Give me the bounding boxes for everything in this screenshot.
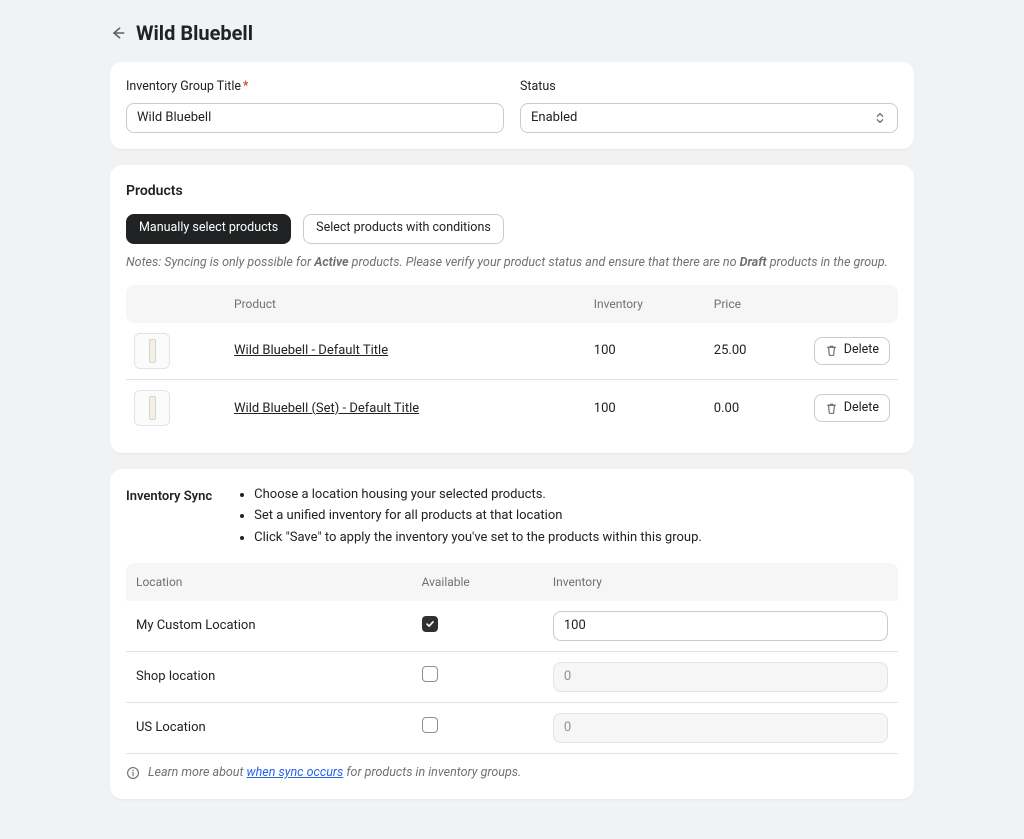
inventory-sync-card: Inventory Sync Choose a location housing… — [110, 469, 914, 799]
table-row: Wild Bluebell (Set) - Default Title 100 … — [126, 380, 898, 437]
products-card: Products Manually select products Select… — [110, 165, 914, 453]
group-settings-card: Inventory Group Title* Wild Bluebell Sta… — [110, 62, 914, 149]
required-asterisk: * — [243, 79, 248, 94]
product-inventory-cell: 100 — [586, 323, 706, 380]
col-inventory: Inventory — [586, 285, 706, 323]
col-price: Price — [706, 285, 806, 323]
inventory-input[interactable]: 100 — [553, 611, 888, 641]
table-row: My Custom Location 100 — [126, 601, 898, 652]
product-thumbnail — [134, 390, 170, 426]
products-table: Product Inventory Price Wild Bluebell - … — [126, 285, 898, 437]
page-header: Wild Bluebell — [0, 18, 1024, 62]
list-item: Click "Save" to apply the inventory you'… — [254, 528, 702, 548]
group-title-label: Inventory Group Title* — [126, 78, 504, 97]
col-inventory: Inventory — [543, 563, 898, 601]
product-link[interactable]: Wild Bluebell - Default Title — [234, 343, 388, 358]
trash-icon — [825, 402, 838, 415]
available-checkbox[interactable] — [422, 616, 438, 632]
products-heading: Products — [126, 181, 898, 202]
inventory-sync-heading: Inventory Sync — [126, 485, 212, 550]
col-location: Location — [126, 563, 412, 601]
status-label: Status — [520, 78, 898, 97]
back-arrow-icon[interactable] — [110, 25, 126, 41]
col-product: Product — [226, 285, 586, 323]
status-select[interactable]: Enabled — [520, 103, 898, 133]
location-name: My Custom Location — [126, 601, 412, 652]
locations-table-header: Location Available Inventory — [126, 563, 898, 601]
tab-select-conditions[interactable]: Select products with conditions — [303, 214, 504, 244]
tab-manual-select[interactable]: Manually select products — [126, 214, 291, 244]
group-title-input[interactable]: Wild Bluebell — [126, 103, 504, 133]
info-icon — [126, 766, 140, 780]
sync-footer-note: Learn more about when sync occurs for pr… — [126, 754, 898, 783]
available-checkbox[interactable] — [422, 666, 438, 682]
col-available: Available — [412, 563, 543, 601]
select-chevrons-icon — [873, 111, 887, 125]
products-table-header: Product Inventory Price — [126, 285, 898, 323]
product-selection-tabs: Manually select products Select products… — [126, 214, 898, 244]
page-title: Wild Bluebell — [136, 18, 253, 48]
sync-instructions: Choose a location housing your selected … — [236, 485, 702, 550]
trash-icon — [825, 344, 838, 357]
delete-button[interactable]: Delete — [814, 394, 890, 422]
product-thumbnail — [134, 333, 170, 369]
table-row: Wild Bluebell - Default Title 100 25.00 … — [126, 323, 898, 380]
inventory-input: 0 — [553, 713, 888, 743]
products-note: Notes: Syncing is only possible for Acti… — [126, 254, 898, 273]
product-price-cell: 0.00 — [706, 380, 806, 437]
table-row: US Location 0 — [126, 703, 898, 754]
delete-button[interactable]: Delete — [814, 337, 890, 365]
location-name: Shop location — [126, 652, 412, 703]
list-item: Choose a location housing your selected … — [254, 485, 702, 505]
inventory-input: 0 — [553, 662, 888, 692]
locations-table: Location Available Inventory My Custom L… — [126, 563, 898, 754]
list-item: Set a unified inventory for all products… — [254, 506, 702, 526]
table-row: Shop location 0 — [126, 652, 898, 703]
location-name: US Location — [126, 703, 412, 754]
available-checkbox[interactable] — [422, 717, 438, 733]
product-inventory-cell: 100 — [586, 380, 706, 437]
product-price-cell: 25.00 — [706, 323, 806, 380]
product-link[interactable]: Wild Bluebell (Set) - Default Title — [234, 401, 419, 416]
sync-learn-more-link[interactable]: when sync occurs — [247, 765, 344, 780]
